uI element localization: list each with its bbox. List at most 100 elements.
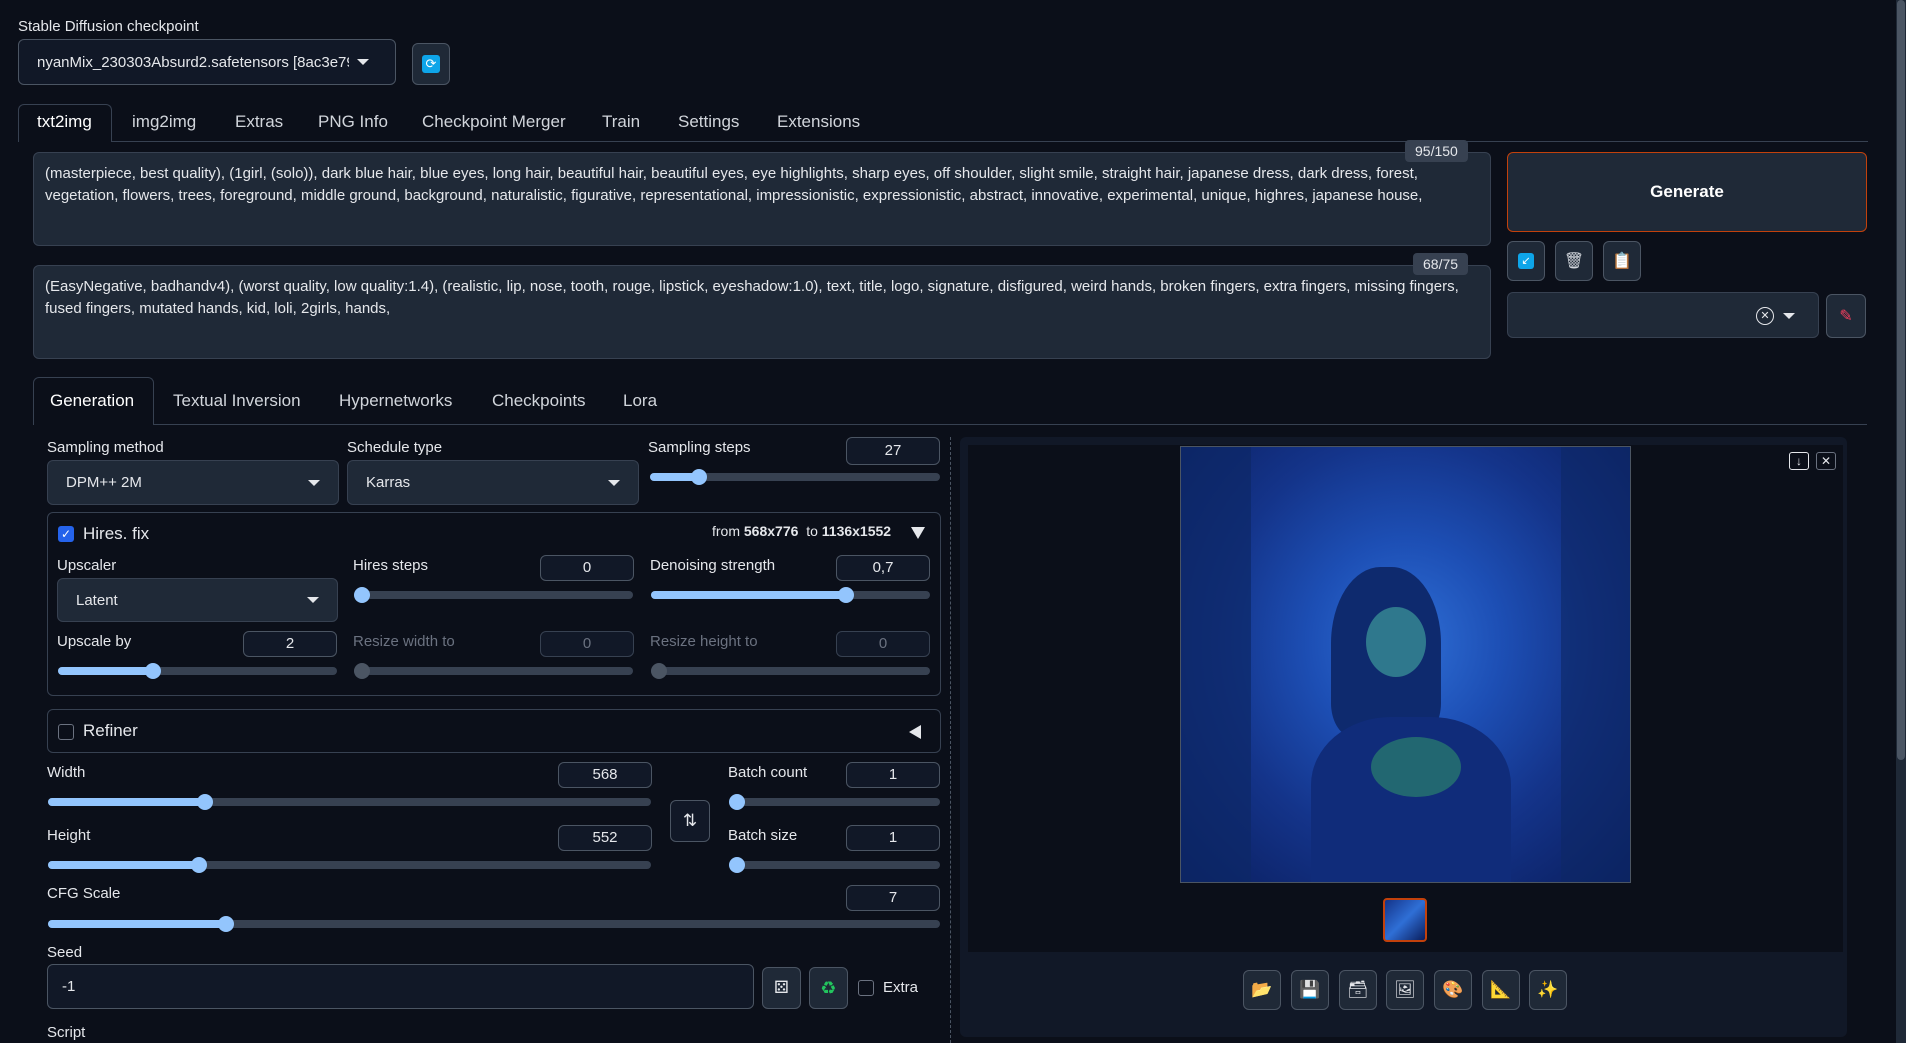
close-icon[interactable]: ✕ (1816, 452, 1836, 470)
height-slider[interactable] (48, 857, 651, 873)
tab-hypernetworks[interactable]: Hypernetworks (339, 391, 452, 411)
width-input[interactable]: 568 (558, 762, 652, 788)
width-slider[interactable] (48, 794, 651, 810)
slider-track[interactable] (48, 861, 651, 869)
slider-thumb[interactable] (729, 794, 745, 810)
height-input[interactable]: 552 (558, 825, 652, 851)
tab-textual-inversion[interactable]: Textual Inversion (173, 391, 301, 411)
prompt-textarea[interactable]: (masterpiece, best quality), (1girl, (so… (33, 152, 1491, 246)
page-scrollbar[interactable] (1896, 0, 1906, 1043)
slider-thumb[interactable] (354, 587, 370, 603)
random-seed-button[interactable]: ⚄ (762, 967, 801, 1009)
slider-fill (48, 861, 199, 869)
slider-thumb[interactable] (651, 663, 667, 679)
slider-thumb[interactable] (729, 857, 745, 873)
tab-checkpoint-merger[interactable]: Checkpoint Merger (422, 112, 566, 132)
slider-track[interactable] (354, 591, 633, 599)
edit-styles-button[interactable]: ✎ (1826, 294, 1866, 338)
generated-image[interactable] (1180, 446, 1631, 883)
open-folder-button[interactable]: 📂 (1243, 970, 1281, 1010)
paste-style-button[interactable]: 📋 (1603, 241, 1641, 281)
cfg-scale-input[interactable]: 7 (846, 885, 940, 911)
resize-width-input[interactable]: 0 (540, 631, 634, 657)
send-to-img2img-button[interactable]: 🖼 (1386, 970, 1424, 1010)
resize-height-slider[interactable] (651, 663, 930, 679)
upscaler-dropdown[interactable]: Latent (57, 578, 338, 622)
tab-generation[interactable]: Generation (50, 391, 134, 411)
schedule-type-dropdown[interactable]: Karras (347, 460, 639, 505)
collapse-triangle-icon[interactable] (911, 527, 925, 539)
tab-settings[interactable]: Settings (678, 112, 739, 132)
denoising-strength-input[interactable]: 0,7 (836, 555, 930, 581)
sampling-steps-slider[interactable] (650, 469, 940, 485)
clear-prompt-button[interactable]: 🗑 (1555, 241, 1593, 281)
read-params-button[interactable]: ↙ (1507, 241, 1545, 281)
scrollbar-thumb[interactable] (1897, 0, 1905, 760)
recycle-icon: ♻ (820, 977, 837, 998)
hires-steps-input[interactable]: 0 (540, 555, 634, 581)
sampling-steps-input[interactable]: 27 (846, 437, 940, 465)
refresh-checkpoint-button[interactable]: ⟳ (412, 43, 450, 85)
hires-fix-checkbox[interactable]: ✓ (58, 526, 74, 542)
expand-triangle-icon[interactable] (909, 725, 921, 739)
slider-track[interactable] (48, 798, 651, 806)
refiner-checkbox[interactable] (58, 724, 74, 740)
gallery-thumbnail[interactable] (1383, 898, 1427, 942)
hires-steps-label: Hires steps (353, 557, 429, 574)
tab-img2img[interactable]: img2img (132, 112, 196, 132)
slider-thumb[interactable] (196, 794, 213, 810)
hires-from-size: 568x776 (743, 523, 799, 539)
extra-seed-checkbox[interactable] (858, 980, 874, 996)
schedule-type-value: Karras (366, 474, 411, 491)
tab-extras[interactable]: Extras (235, 112, 283, 132)
zip-button[interactable]: 🗃 (1339, 970, 1377, 1010)
slider-track[interactable] (48, 920, 940, 928)
slider-track[interactable] (651, 667, 930, 675)
slider-thumb[interactable] (144, 663, 161, 679)
checkpoint-dropdown[interactable]: nyanMix_230303Absurd2.safetensors [8ac3e… (18, 39, 396, 85)
tab-checkpoints[interactable]: Checkpoints (492, 391, 586, 411)
slider-track[interactable] (651, 591, 930, 599)
denoising-strength-slider[interactable] (651, 587, 930, 603)
send-to-extras-button[interactable]: 📐 (1482, 970, 1520, 1010)
seed-input[interactable]: -1 (47, 964, 754, 1009)
upscale-button[interactable]: ✨ (1529, 970, 1567, 1010)
hires-steps-slider[interactable] (354, 587, 633, 603)
batch-size-input[interactable]: 1 (846, 825, 940, 851)
upscale-by-input[interactable]: 2 (243, 631, 337, 657)
upscale-by-slider[interactable] (58, 663, 337, 679)
clear-icon[interactable]: ✕ (1756, 307, 1774, 325)
download-icon[interactable]: ↓ (1789, 452, 1809, 470)
negative-prompt-textarea[interactable]: (EasyNegative, badhandv4), (worst qualit… (33, 265, 1491, 359)
send-to-inpaint-button[interactable]: 🎨 (1434, 970, 1472, 1010)
sampling-method-dropdown[interactable]: DPM++ 2M (47, 460, 339, 505)
upscaler-value: Latent (76, 591, 118, 609)
slider-thumb[interactable] (354, 663, 370, 679)
refiner-panel[interactable] (47, 709, 941, 753)
slider-track[interactable] (729, 798, 940, 806)
generate-button[interactable]: Generate (1507, 152, 1867, 232)
slider-track[interactable] (58, 667, 337, 675)
reuse-seed-button[interactable]: ♻ (809, 967, 848, 1009)
slider-thumb[interactable] (190, 857, 207, 873)
batch-count-slider[interactable] (729, 794, 940, 810)
styles-dropdown[interactable]: ✕ (1507, 292, 1819, 338)
width-label: Width (47, 764, 86, 781)
resize-height-input[interactable]: 0 (836, 631, 930, 657)
tab-txt2img[interactable]: txt2img (37, 112, 92, 132)
tab-lora[interactable]: Lora (623, 391, 657, 411)
save-button[interactable]: 💾 (1291, 970, 1329, 1010)
batch-size-slider[interactable] (729, 857, 940, 873)
slider-thumb[interactable] (691, 469, 708, 485)
tab-extensions[interactable]: Extensions (777, 112, 860, 132)
slider-track[interactable] (354, 667, 633, 675)
cfg-scale-slider[interactable] (48, 916, 940, 932)
batch-count-input[interactable]: 1 (846, 762, 940, 788)
slider-track[interactable] (729, 861, 940, 869)
tab-train[interactable]: Train (602, 112, 640, 132)
swap-dimensions-button[interactable]: ⇅ (670, 800, 710, 842)
tab-png-info[interactable]: PNG Info (318, 112, 388, 132)
resize-width-slider[interactable] (354, 663, 633, 679)
slider-thumb[interactable] (218, 916, 235, 932)
ruler-icon: 📐 (1490, 980, 1512, 999)
